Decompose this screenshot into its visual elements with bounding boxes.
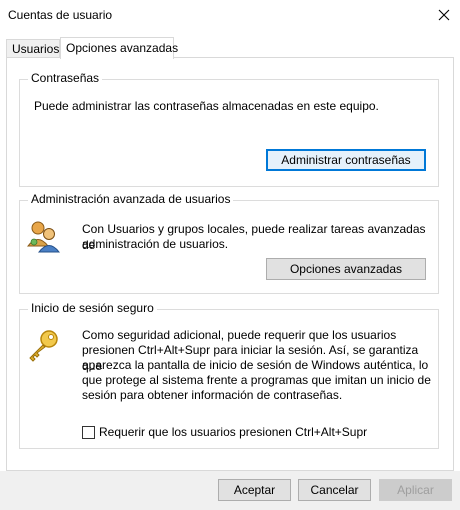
secure-logon-line3: aparezca la pantalla de inicio de sesión… (82, 358, 429, 372)
require-ctrl-alt-del-label: Requerir que los usuarios presionen Ctrl… (99, 425, 368, 439)
secure-logon-title: Inicio de sesión seguro (28, 301, 157, 315)
secure-logon-line4: que protege al sistema frente a programa… (82, 373, 431, 387)
require-ctrl-alt-del-checkbox[interactable] (82, 425, 95, 439)
passwords-description: Puede administrar las contraseñas almace… (34, 99, 379, 113)
close-button[interactable] (428, 0, 460, 30)
apply-button[interactable]: Aplicar (379, 479, 452, 501)
secure-logon-group: Inicio de sesión seguro Como seguridad a… (19, 301, 439, 449)
close-icon (438, 9, 450, 21)
key-icon (29, 330, 58, 362)
window-title: Cuentas de usuario (8, 8, 113, 22)
passwords-group-title: Contraseñas (28, 71, 103, 85)
manage-passwords-button[interactable]: Administrar contraseñas (266, 149, 426, 171)
secure-logon-line5: sesión para obtener información de contr… (82, 388, 343, 402)
advanced-options-button[interactable]: Opciones avanzadas (266, 258, 426, 280)
passwords-group: Contraseñas Puede administrar las contra… (19, 71, 439, 187)
button-bar: Aceptar Cancelar Aplicar (0, 471, 460, 510)
accept-button[interactable]: Aceptar (218, 479, 291, 501)
title-bar: Cuentas de usuario (0, 0, 460, 30)
advanced-user-management-group: Administración avanzada de usuarios Con … (19, 192, 439, 294)
advanced-users-text-line2: administración de usuarios. (82, 237, 229, 251)
users-group-icon (26, 221, 60, 253)
cancel-button[interactable]: Cancelar (298, 479, 371, 501)
tab-opciones-avanzadas[interactable]: Opciones avanzadas (60, 37, 178, 59)
tab-usuarios[interactable]: Usuarios (6, 39, 60, 58)
require-ctrl-alt-del-option[interactable]: Requerir que los usuarios presionen Ctrl… (82, 424, 367, 440)
advanced-user-management-title: Administración avanzada de usuarios (28, 192, 234, 206)
tab-panel: Contraseñas Puede administrar las contra… (6, 57, 454, 471)
secure-logon-line1: Como seguridad adicional, puede requerir… (82, 328, 397, 342)
